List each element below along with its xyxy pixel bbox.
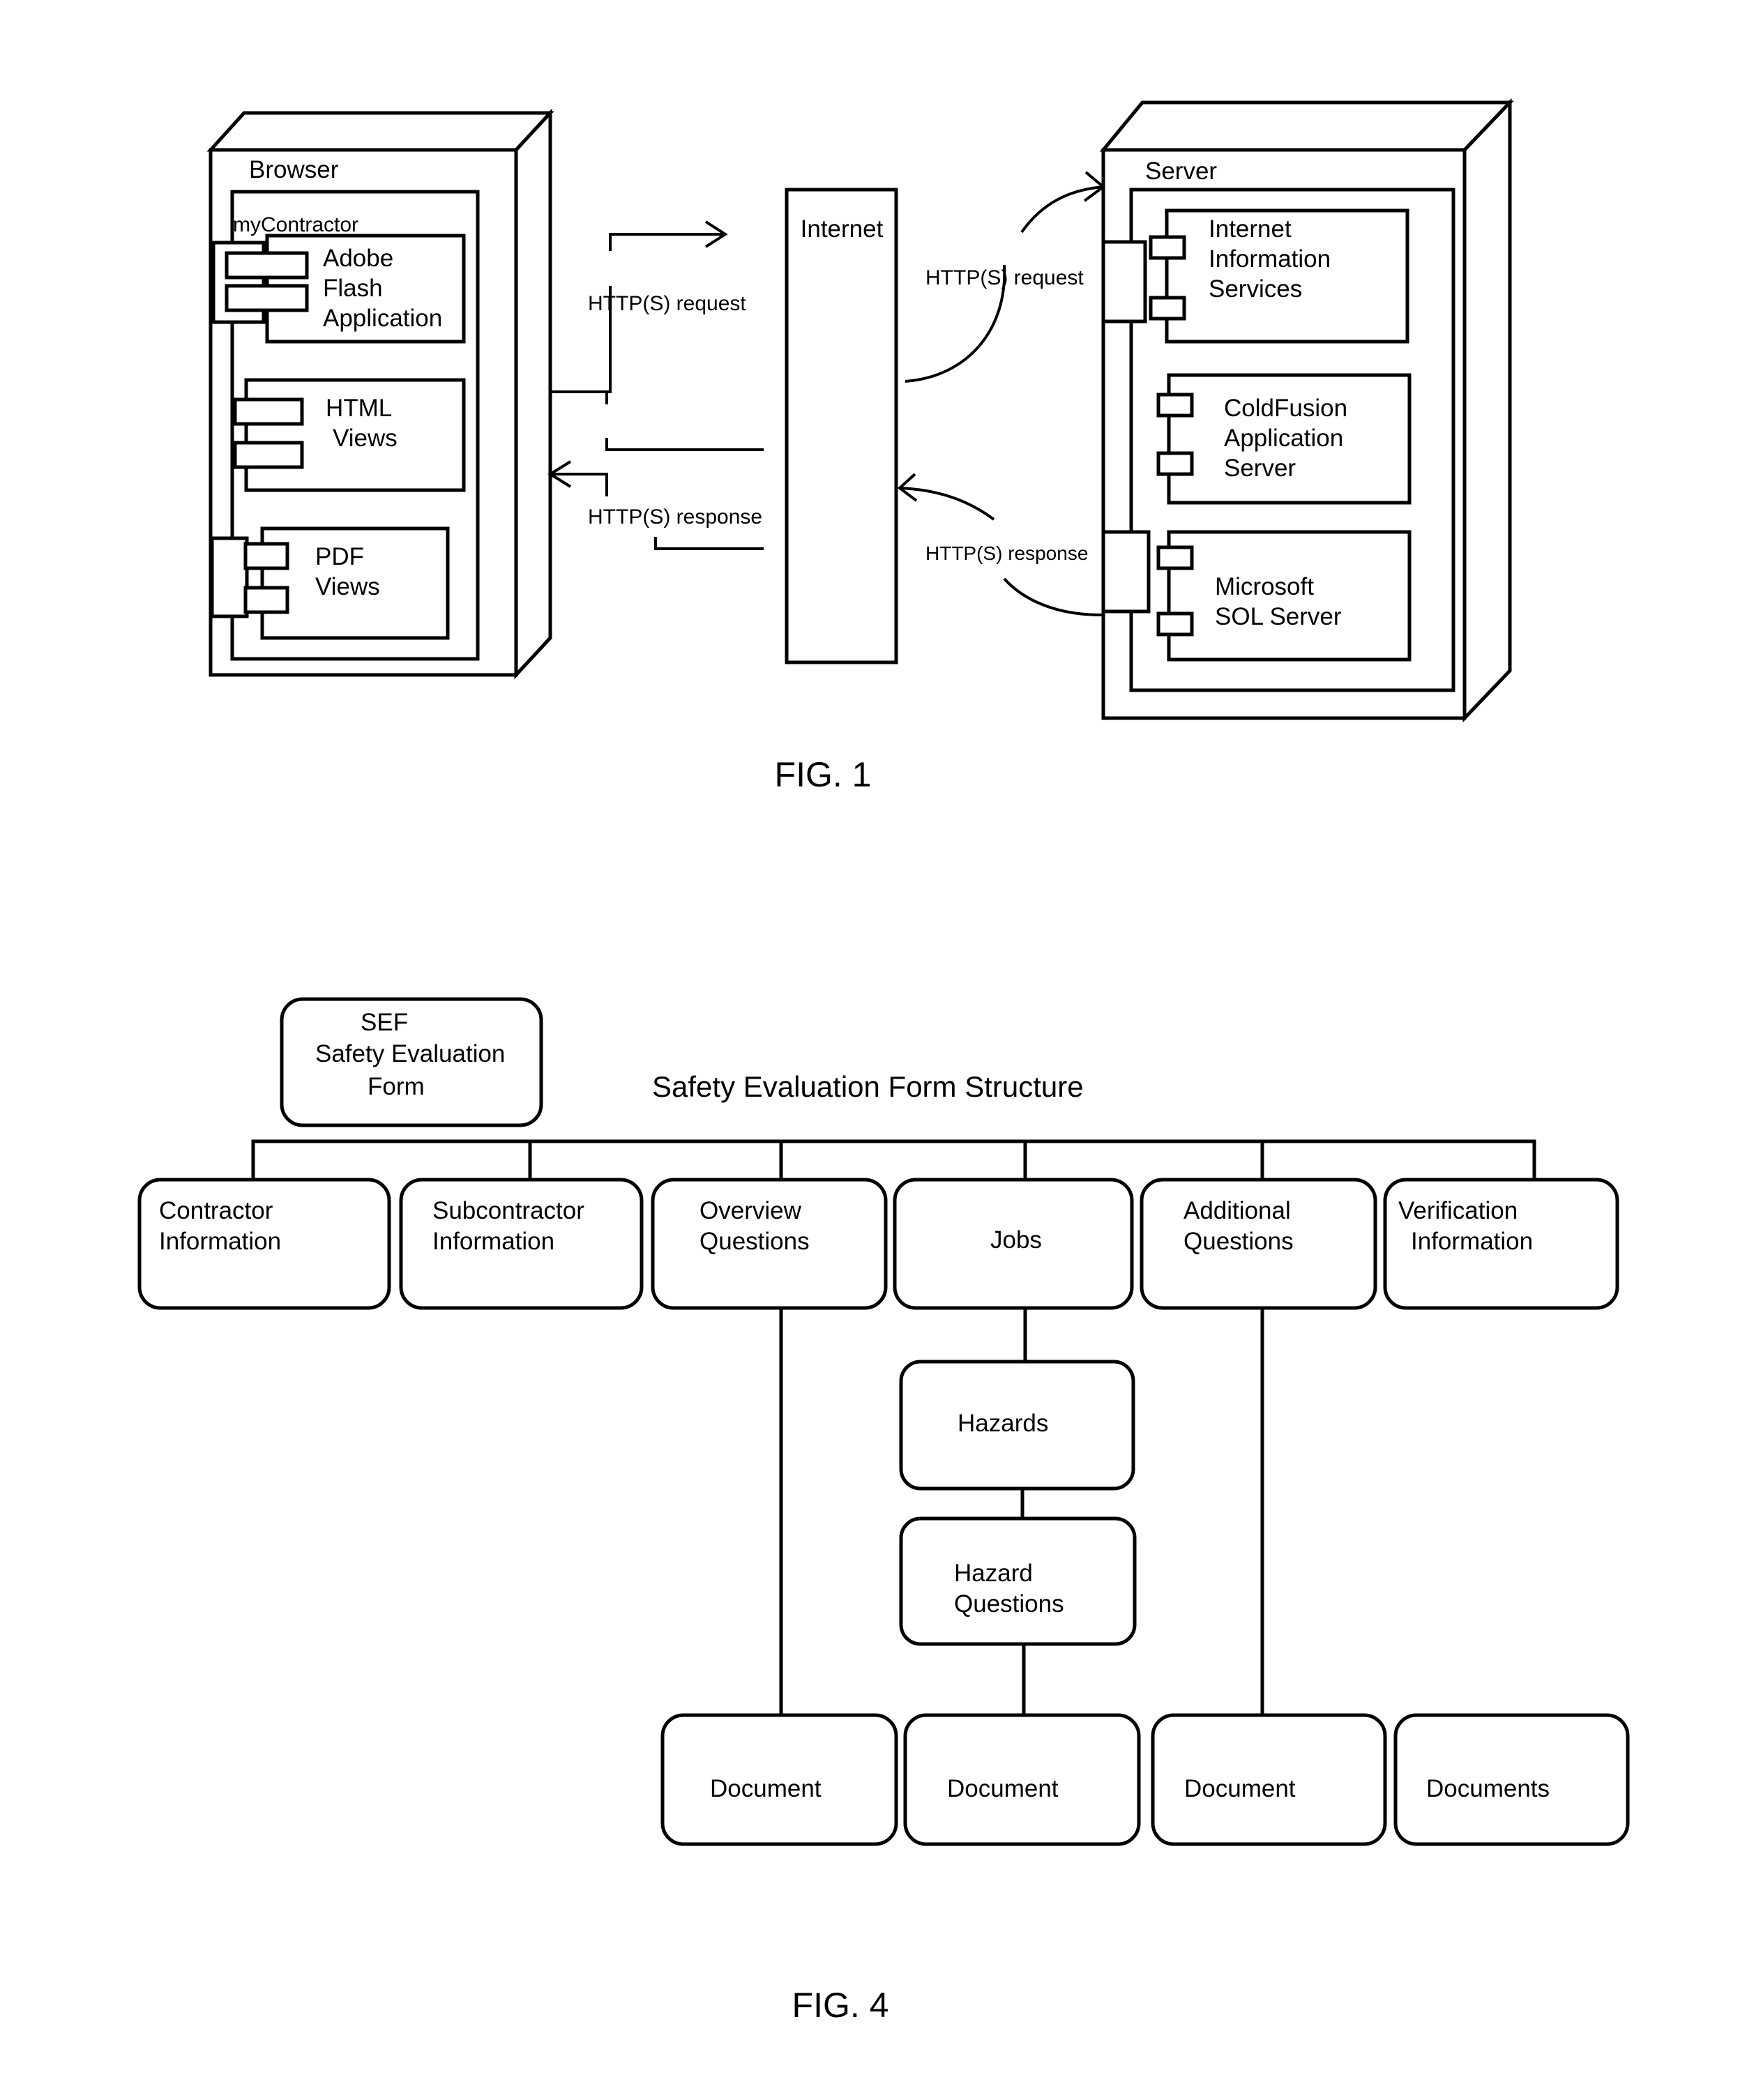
- component-lollipop-icon: [225, 284, 309, 312]
- section-node: Verification Information: [1383, 1178, 1619, 1310]
- component-coldfusion: ColdFusion Application Server: [1156, 373, 1412, 505]
- response-line: [654, 537, 764, 550]
- request-line: [609, 233, 725, 251]
- browser-response-connector: HTTP(S) response: [547, 390, 764, 550]
- browser-title: Browser: [249, 156, 339, 183]
- fig1-caption: FIG. 1: [775, 755, 872, 794]
- server-port-bottom: [1101, 530, 1151, 614]
- response-curve: [1003, 577, 1103, 616]
- server-response-connector: HTTP(S) response: [897, 473, 1103, 616]
- browser-node: Browser myContractor Adobe Flash Applica…: [206, 108, 554, 680]
- document-node: Document: [903, 1713, 1141, 1846]
- document-node: Document: [1151, 1713, 1387, 1846]
- browser-response-label: HTTP(S) response: [588, 505, 762, 528]
- component-lollipop-icon: [1156, 545, 1194, 570]
- component-lollipop-icon: [233, 441, 304, 469]
- fig4-form-structure-diagram: SEF Safety Evaluation Form Safety Evalua…: [137, 997, 1630, 2025]
- section-node: Jobs: [893, 1178, 1134, 1310]
- section-row: Contractor InformationSubcontractor Inform…: [137, 1178, 1619, 1310]
- component-lollipop-icon: [243, 542, 289, 570]
- document-node: Document: [660, 1713, 898, 1846]
- hazards-label: Hazards: [958, 1410, 1048, 1437]
- document-node: Documents: [1393, 1713, 1630, 1846]
- internet-title: Internet: [801, 215, 884, 243]
- response-line: [550, 473, 608, 496]
- server-response-label: HTTP(S) response: [925, 542, 1088, 564]
- section-node: Subcontractor Information: [399, 1178, 644, 1310]
- browser-node-top-face: [206, 111, 554, 152]
- fig4-caption: FIG. 4: [792, 1986, 889, 2025]
- server-request-label: HTTP(S) request: [925, 266, 1084, 289]
- component-lollipop-icon: [243, 586, 289, 614]
- patent-figure-sheet: Browser myContractor Adobe Flash Applica…: [137, 98, 1630, 2025]
- section-node: Contractor Information: [137, 1178, 391, 1310]
- fig1-deployment-diagram: Browser myContractor Adobe Flash Applica…: [206, 98, 1514, 794]
- browser-request-connector: HTTP(S) request: [550, 220, 746, 393]
- bus-line: [251, 1139, 1536, 1178]
- component-lollipop-icon: [1156, 393, 1194, 418]
- response-line: [605, 438, 764, 451]
- document-row: Document Document Document Documents: [660, 1713, 1630, 1846]
- sef-root-node: SEF Safety Evaluation Form: [280, 997, 543, 1127]
- document-label: Document: [710, 1775, 822, 1802]
- hazard-questions-node: Hazard Questions: [899, 1516, 1137, 1646]
- component-lollipop-icon: [233, 397, 304, 426]
- component-sql-server: Microsoft SOL Server: [1156, 530, 1412, 662]
- section-node: Overview Questions: [651, 1178, 888, 1310]
- component-lollipop-icon: [1156, 451, 1194, 476]
- hazards-node: Hazards: [899, 1360, 1135, 1491]
- server-node-side-face: [1462, 98, 1512, 723]
- section-label: Jobs: [990, 1226, 1042, 1254]
- section-connector-bus: [251, 1139, 1536, 1180]
- component-lollipop-icon: [1149, 296, 1186, 321]
- component-lollipop-icon: [1156, 611, 1194, 637]
- internet-box: [785, 188, 898, 664]
- internet-node: Internet: [785, 188, 898, 664]
- server-node: Server Internet Information Services Col…: [1099, 98, 1514, 723]
- fig4-title: Safety Evaluation Form Structure: [652, 1070, 1084, 1103]
- response-curve: [899, 487, 995, 521]
- component-html-views: HTML Views: [233, 378, 466, 492]
- component-lollipop-icon: [1149, 235, 1186, 260]
- server-request-connector: HTTP(S) request: [905, 171, 1106, 383]
- browser-node-side-face: [514, 108, 552, 680]
- browser-request-label: HTTP(S) request: [588, 292, 746, 315]
- component-iis: Internet Information Services: [1149, 208, 1409, 344]
- document-label: Documents: [1426, 1775, 1550, 1802]
- request-curve: [1020, 185, 1104, 234]
- section-node: Additional Questions: [1140, 1178, 1377, 1310]
- server-node-top-face: [1099, 100, 1514, 152]
- server-port-top: [1101, 240, 1147, 324]
- component-lollipop-icon: [225, 251, 309, 280]
- document-label: Document: [1184, 1775, 1296, 1802]
- mycontractor-label: myContractor: [233, 213, 358, 236]
- browser-port-bottom: [210, 536, 249, 618]
- server-title: Server: [1145, 158, 1217, 185]
- document-label: Document: [947, 1775, 1059, 1802]
